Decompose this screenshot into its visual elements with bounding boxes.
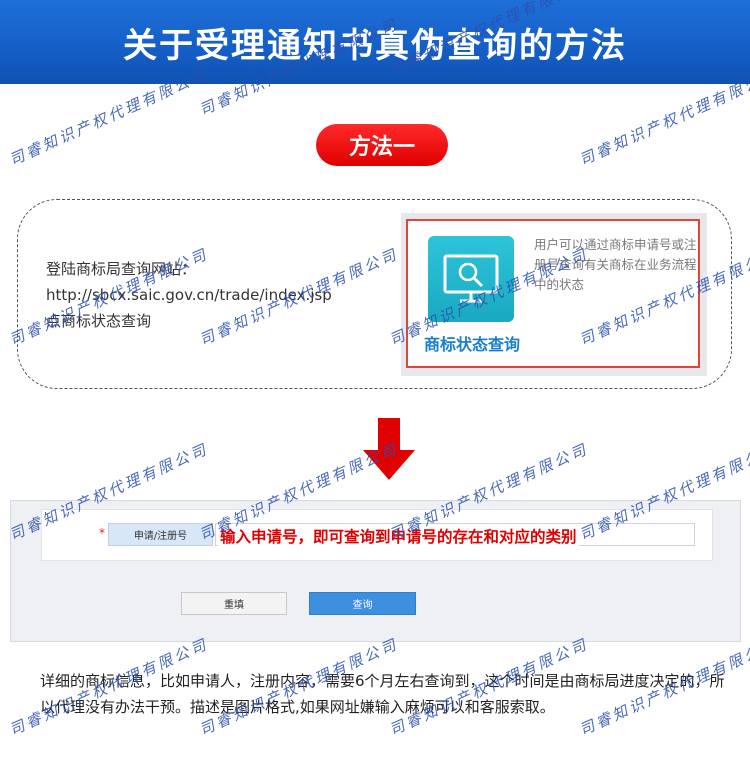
- query-button: 查询: [309, 592, 416, 615]
- screenshot-caption: 商标状态查询: [424, 335, 521, 354]
- description-text: 详细的商标信息，比如申请人，注册内容，需要6个月左右查询到，这个时间是由商标局进…: [40, 672, 725, 716]
- monitor-search-icon: [428, 236, 514, 322]
- screenshot-description: 用户可以通过商标申请号或注册号查询有关商标在业务流程中的状态: [534, 237, 697, 292]
- intro-text: 登陆商标局查询网站： http://sbcx.saic.gov.cn/trade…: [46, 256, 332, 334]
- arrow-down-icon: [363, 418, 415, 480]
- reset-button: 重填: [181, 592, 287, 615]
- query-form-screenshot: * 申请/注册号 重填 查询: [10, 500, 741, 642]
- required-icon: *: [99, 526, 105, 540]
- method-badge: 方法一: [316, 124, 448, 166]
- intro-line-3: 点商标状态查询: [46, 312, 152, 330]
- input-hint: 输入申请号，即可查询到申请号的存在和对应的类别: [218, 525, 579, 547]
- site-screenshot: 商标状态查询 用户可以通过商标申请号或注册号查询有关商标在业务流程中的状态: [401, 213, 707, 376]
- intro-line-1: 登陆商标局查询网站：: [46, 260, 197, 278]
- site-url: http://sbcx.saic.gov.cn/trade/index.jsp: [46, 286, 332, 304]
- application-number-label: 申请/注册号: [108, 523, 213, 546]
- header-banner: 关于受理通知书真伪查询的方法: [0, 0, 750, 84]
- screenshot-highlight-frame: 商标状态查询 用户可以通过商标申请号或注册号查询有关商标在业务流程中的状态: [406, 219, 700, 368]
- page-title: 关于受理通知书真伪查询的方法: [123, 25, 627, 66]
